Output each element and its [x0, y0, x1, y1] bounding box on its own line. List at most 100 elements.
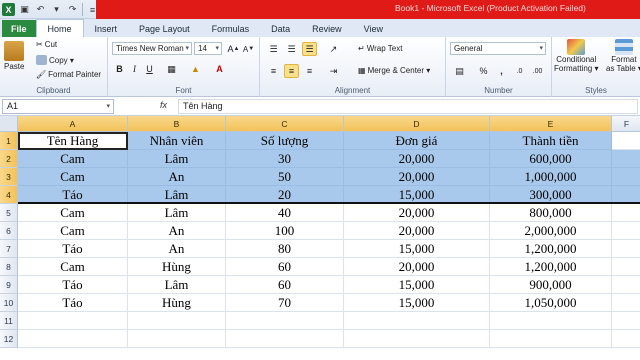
cell-a1[interactable]: Tên Hàng [18, 132, 128, 150]
fill-color-icon[interactable]: ▲ [188, 62, 203, 76]
tab-insert[interactable]: Insert [84, 20, 129, 37]
cell-a12[interactable] [18, 330, 128, 348]
percent-button[interactable]: % [476, 64, 491, 78]
cell-f6[interactable] [612, 222, 640, 240]
row-header-3[interactable]: 3 [0, 168, 18, 186]
cell-b1[interactable]: Nhân viên [128, 132, 226, 150]
cell-a10[interactable]: Táo [18, 294, 128, 312]
indent-icon[interactable]: ⇥ [326, 64, 341, 78]
cell-c3[interactable]: 50 [226, 168, 344, 186]
cell-e9[interactable]: 900,000 [490, 276, 612, 294]
cell-f9[interactable] [612, 276, 640, 294]
align-right-icon[interactable]: ≡ [302, 64, 317, 78]
fx-icon[interactable]: fx [160, 100, 167, 110]
row-header-6[interactable]: 6 [0, 222, 18, 240]
cell-d1[interactable]: Đơn giá [344, 132, 490, 150]
tab-home[interactable]: Home [35, 19, 84, 37]
cell-e2[interactable]: 600,000 [490, 150, 612, 168]
tab-page-layout[interactable]: Page Layout [128, 20, 201, 37]
excel-logo-icon[interactable]: X [2, 3, 15, 16]
accounting-icon[interactable]: ▤ [452, 64, 467, 78]
cell-a3[interactable]: Cam [18, 168, 128, 186]
cell-d12[interactable] [344, 330, 490, 348]
cell-e5[interactable]: 800,000 [490, 204, 612, 222]
cell-c11[interactable] [226, 312, 344, 330]
borders-icon[interactable]: ▦ [164, 62, 179, 76]
cell-b10[interactable]: Hùng [128, 294, 226, 312]
grow-font-icon[interactable]: A ▲ [226, 42, 241, 56]
row-header-2[interactable]: 2 [0, 150, 18, 168]
cell-c5[interactable]: 40 [226, 204, 344, 222]
cell-e10[interactable]: 1,050,000 [490, 294, 612, 312]
cell-c9[interactable]: 60 [226, 276, 344, 294]
cell-e11[interactable] [490, 312, 612, 330]
cell-e1[interactable]: Thành tiền [490, 132, 612, 150]
cell-b12[interactable] [128, 330, 226, 348]
underline-button[interactable]: U [142, 62, 157, 76]
formula-input[interactable]: Tên Hàng [178, 99, 638, 114]
orientation-icon[interactable]: ↗ [326, 42, 341, 56]
cell-d9[interactable]: 15,000 [344, 276, 490, 294]
cell-f10[interactable] [612, 294, 640, 312]
font-size-combo[interactable]: 14 ▾ [194, 42, 222, 55]
font-color-icon[interactable]: A [212, 62, 227, 76]
cell-a8[interactable]: Cam [18, 258, 128, 276]
save-icon[interactable]: ▣ [18, 3, 31, 16]
paste-button[interactable]: Paste [4, 41, 24, 71]
align-left-icon[interactable]: ≡ [266, 64, 281, 78]
merge-center-button[interactable]: ▦ Merge & Center ▾ [358, 66, 430, 75]
format-as-table-button[interactable]: Format as Table ▾ [606, 39, 640, 73]
cell-d2[interactable]: 20,000 [344, 150, 490, 168]
cell-d7[interactable]: 15,000 [344, 240, 490, 258]
row-header-4[interactable]: 4 [0, 186, 18, 204]
column-header-d[interactable]: D [344, 116, 490, 132]
cell-a6[interactable]: Cam [18, 222, 128, 240]
cell-e12[interactable] [490, 330, 612, 348]
number-format-combo[interactable]: General ▾ [450, 42, 546, 55]
copy-button[interactable]: Copy ▾ [36, 55, 74, 65]
comma-button[interactable]: , [494, 64, 509, 78]
align-bottom-icon[interactable]: ☰ [302, 42, 317, 56]
undo-icon[interactable]: ↶ [34, 3, 47, 16]
align-center-icon[interactable]: ≡ [284, 64, 299, 78]
cell-f7[interactable] [612, 240, 640, 258]
row-header-1[interactable]: 1 [0, 132, 18, 150]
italic-button[interactable]: I [127, 62, 142, 76]
cell-c10[interactable]: 70 [226, 294, 344, 312]
cell-b2[interactable]: Lâm [128, 150, 226, 168]
cell-d3[interactable]: 20,000 [344, 168, 490, 186]
cell-b3[interactable]: An [128, 168, 226, 186]
column-header-a[interactable]: A [18, 116, 128, 132]
cell-d5[interactable]: 20,000 [344, 204, 490, 222]
cell-c6[interactable]: 100 [226, 222, 344, 240]
tab-formulas[interactable]: Formulas [201, 20, 261, 37]
cell-c1[interactable]: Số lượng [226, 132, 344, 150]
row-header-7[interactable]: 7 [0, 240, 18, 258]
name-box[interactable]: A1 ▾ [2, 99, 114, 114]
cut-button[interactable]: ✂ Cut [36, 40, 57, 49]
cell-b9[interactable]: Lâm [128, 276, 226, 294]
cell-a11[interactable] [18, 312, 128, 330]
tab-file[interactable]: File [2, 20, 36, 37]
cell-d8[interactable]: 20,000 [344, 258, 490, 276]
cell-b5[interactable]: Lâm [128, 204, 226, 222]
row-header-9[interactable]: 9 [0, 276, 18, 294]
dropdown-icon[interactable]: ▾ [50, 3, 63, 16]
cell-f11[interactable] [612, 312, 640, 330]
tab-review[interactable]: Review [301, 20, 353, 37]
cell-a5[interactable]: Cam [18, 204, 128, 222]
row-header-10[interactable]: 10 [0, 294, 18, 312]
cell-a9[interactable]: Táo [18, 276, 128, 294]
align-middle-icon[interactable]: ☰ [284, 42, 299, 56]
cell-b11[interactable] [128, 312, 226, 330]
column-header-e[interactable]: E [490, 116, 612, 132]
cell-f12[interactable] [612, 330, 640, 348]
cell-b8[interactable]: Hùng [128, 258, 226, 276]
cell-d6[interactable]: 20,000 [344, 222, 490, 240]
increase-decimal-icon[interactable]: .0 [512, 64, 527, 78]
cell-f8[interactable] [612, 258, 640, 276]
format-painter-button[interactable]: 🖌 Format Painter [36, 70, 101, 79]
column-header-c[interactable]: C [226, 116, 344, 132]
select-all-corner[interactable] [0, 116, 18, 132]
cell-f2[interactable] [612, 150, 640, 168]
